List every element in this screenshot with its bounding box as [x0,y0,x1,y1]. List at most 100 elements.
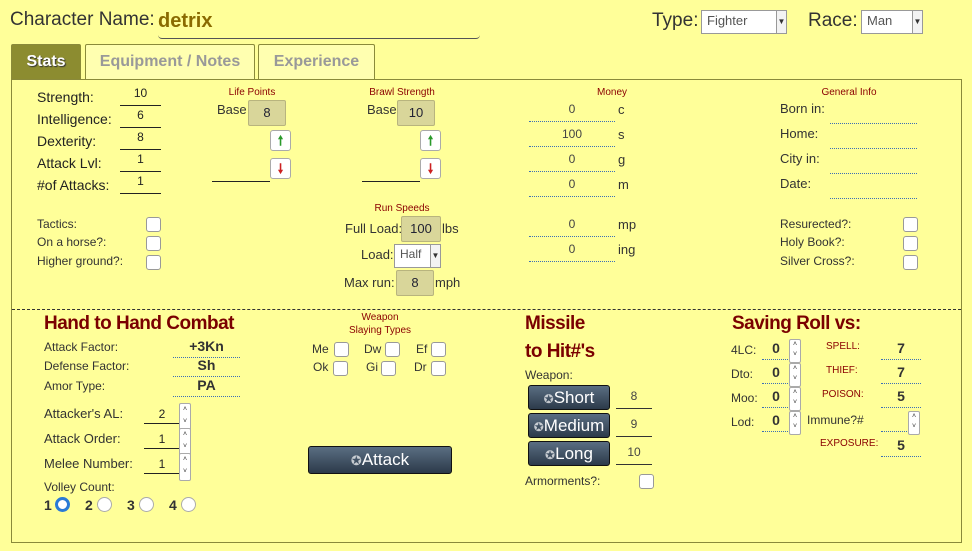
slay-gi-checkbox[interactable] [381,361,396,376]
long-range-label: Long [555,444,593,463]
tab-equipment-notes[interactable]: Equipment / Notes [85,44,255,79]
short-range-field[interactable]: 8 [616,385,652,409]
save-4lc-field[interactable]: 0 [762,340,790,360]
tab-stats[interactable]: Stats [11,44,81,79]
save-lod-field[interactable]: 0 [762,412,790,432]
slay-dr-checkbox[interactable] [431,361,446,376]
money-copper-field[interactable]: 0 [529,102,615,122]
life-decrease-button[interactable]: 🠗 [270,158,291,179]
arrow-up-icon: 🠕 [427,133,434,148]
money-gold-unit: g [618,152,626,167]
brawl-base-field[interactable]: 10 [397,100,435,126]
money-mp-field[interactable]: 0 [529,217,615,237]
holy-book-checkbox[interactable] [903,236,918,251]
attack-lvl-field[interactable]: 1 [120,152,161,172]
life-base-field[interactable]: 8 [248,100,286,126]
money-m-field[interactable]: 0 [529,177,615,197]
silver-cross-checkbox[interactable] [903,255,918,270]
long-range-button[interactable]: ✪Long [528,441,610,466]
armor-type-field[interactable]: PA [173,377,240,397]
attackers-al-field[interactable]: 2 [144,404,180,424]
save-dto-field[interactable]: 0 [762,364,790,384]
load-label: Load: [361,247,394,262]
higher-ground-checkbox[interactable] [146,255,161,270]
poison-field[interactable]: 5 [881,388,921,408]
race-label: Race: [808,10,858,31]
race-select[interactable]: Man ▼ [861,10,923,34]
load-select[interactable]: Half ▼ [394,244,441,268]
brawl-current-field[interactable] [362,162,420,182]
name-field[interactable]: detrix [158,6,480,39]
medium-range-field[interactable]: 9 [616,413,652,437]
attackers-al-spinner[interactable]: ˄ ˅ [179,403,191,431]
money-silver-field[interactable]: 100 [529,127,615,147]
volley-option-4-label: 4 [169,497,177,513]
city-in-field[interactable] [830,154,917,174]
num-attacks-field[interactable]: 1 [120,174,161,194]
money-ing-field[interactable]: 0 [529,242,615,262]
volley-radio-1[interactable] [55,497,70,512]
melee-number-field[interactable]: 1 [144,454,180,474]
save-4lc-spinner[interactable]: ˄ ˅ [789,339,801,363]
spell-field[interactable]: 7 [881,340,921,360]
born-in-field[interactable] [830,104,917,124]
slay-ef-checkbox[interactable] [431,342,446,357]
tactics-checkbox[interactable] [146,217,161,232]
slay-ef-label: Ef [416,342,428,356]
volley-radio-2[interactable] [97,497,112,512]
home-field[interactable] [830,129,917,149]
short-range-button[interactable]: ✪Short [528,385,610,410]
type-select[interactable]: Fighter ▼ [701,10,787,34]
immune-spinner[interactable]: ˄ ˅ [908,411,920,435]
save-dto-label: Dto: [731,367,754,381]
attack-factor-label: Attack Factor: [44,340,119,354]
strength-label: Strength: [37,89,94,105]
melee-number-spinner[interactable]: ˄ ˅ [179,453,191,481]
slay-dw-checkbox[interactable] [385,342,400,357]
tab-experience[interactable]: Experience [258,44,375,79]
attack-button[interactable]: ✪Attack [308,446,452,474]
max-run-field[interactable]: 8 [396,270,434,296]
strength-field[interactable]: 10 [120,86,161,106]
save-lod-spinner[interactable]: ˄ ˅ [789,411,801,435]
save-moo-spinner[interactable]: ˄ ˅ [789,387,801,411]
money-m-unit: m [618,177,629,192]
full-load-field[interactable]: 100 [401,216,441,242]
dexterity-field[interactable]: 8 [120,130,161,150]
volley-radio-3[interactable] [139,497,154,512]
attack-lvl-label: Attack Lvl: [37,155,102,171]
slay-ok-checkbox[interactable] [333,361,348,376]
volley-radio-4[interactable] [181,497,196,512]
armorments-label: Armorments?: [525,474,601,488]
attack-order-spinner[interactable]: ˄ ˅ [179,428,191,456]
date-label: Date: [780,176,812,191]
brawl-increase-button[interactable]: 🠕 [420,130,441,151]
life-increase-button[interactable]: 🠕 [270,130,291,151]
resurected-checkbox[interactable] [903,217,918,232]
attack-order-field[interactable]: 1 [144,429,180,449]
slay-dw-label: Dw [364,342,382,356]
exposure-field[interactable]: 5 [881,437,921,457]
thief-field[interactable]: 7 [881,364,921,384]
attack-factor-field[interactable]: +3Kn [173,338,240,358]
intelligence-field[interactable]: 6 [120,108,161,128]
on-horse-checkbox[interactable] [146,236,161,251]
life-current-field[interactable] [212,162,270,182]
defense-factor-field[interactable]: Sh [173,357,240,377]
long-range-field[interactable]: 10 [616,441,652,465]
immune-field[interactable] [881,412,909,432]
brawl-decrease-button[interactable]: 🠗 [420,158,441,179]
armorments-checkbox[interactable] [639,474,654,489]
medium-range-button[interactable]: ✪Medium [528,413,610,438]
slay-me-checkbox[interactable] [334,342,349,357]
slaying-title-2: Slaying Types [348,325,412,336]
date-field[interactable] [830,179,917,199]
load-value: Half [400,247,422,261]
volley-count-label: Volley Count: [44,480,115,494]
save-moo-field[interactable]: 0 [762,388,790,408]
medium-range-label: Medium [543,416,605,435]
money-gold-field[interactable]: 0 [529,152,615,172]
thief-label: THIEF: [826,365,858,376]
save-dto-spinner[interactable]: ˄ ˅ [789,363,801,387]
home-label: Home: [780,126,819,141]
